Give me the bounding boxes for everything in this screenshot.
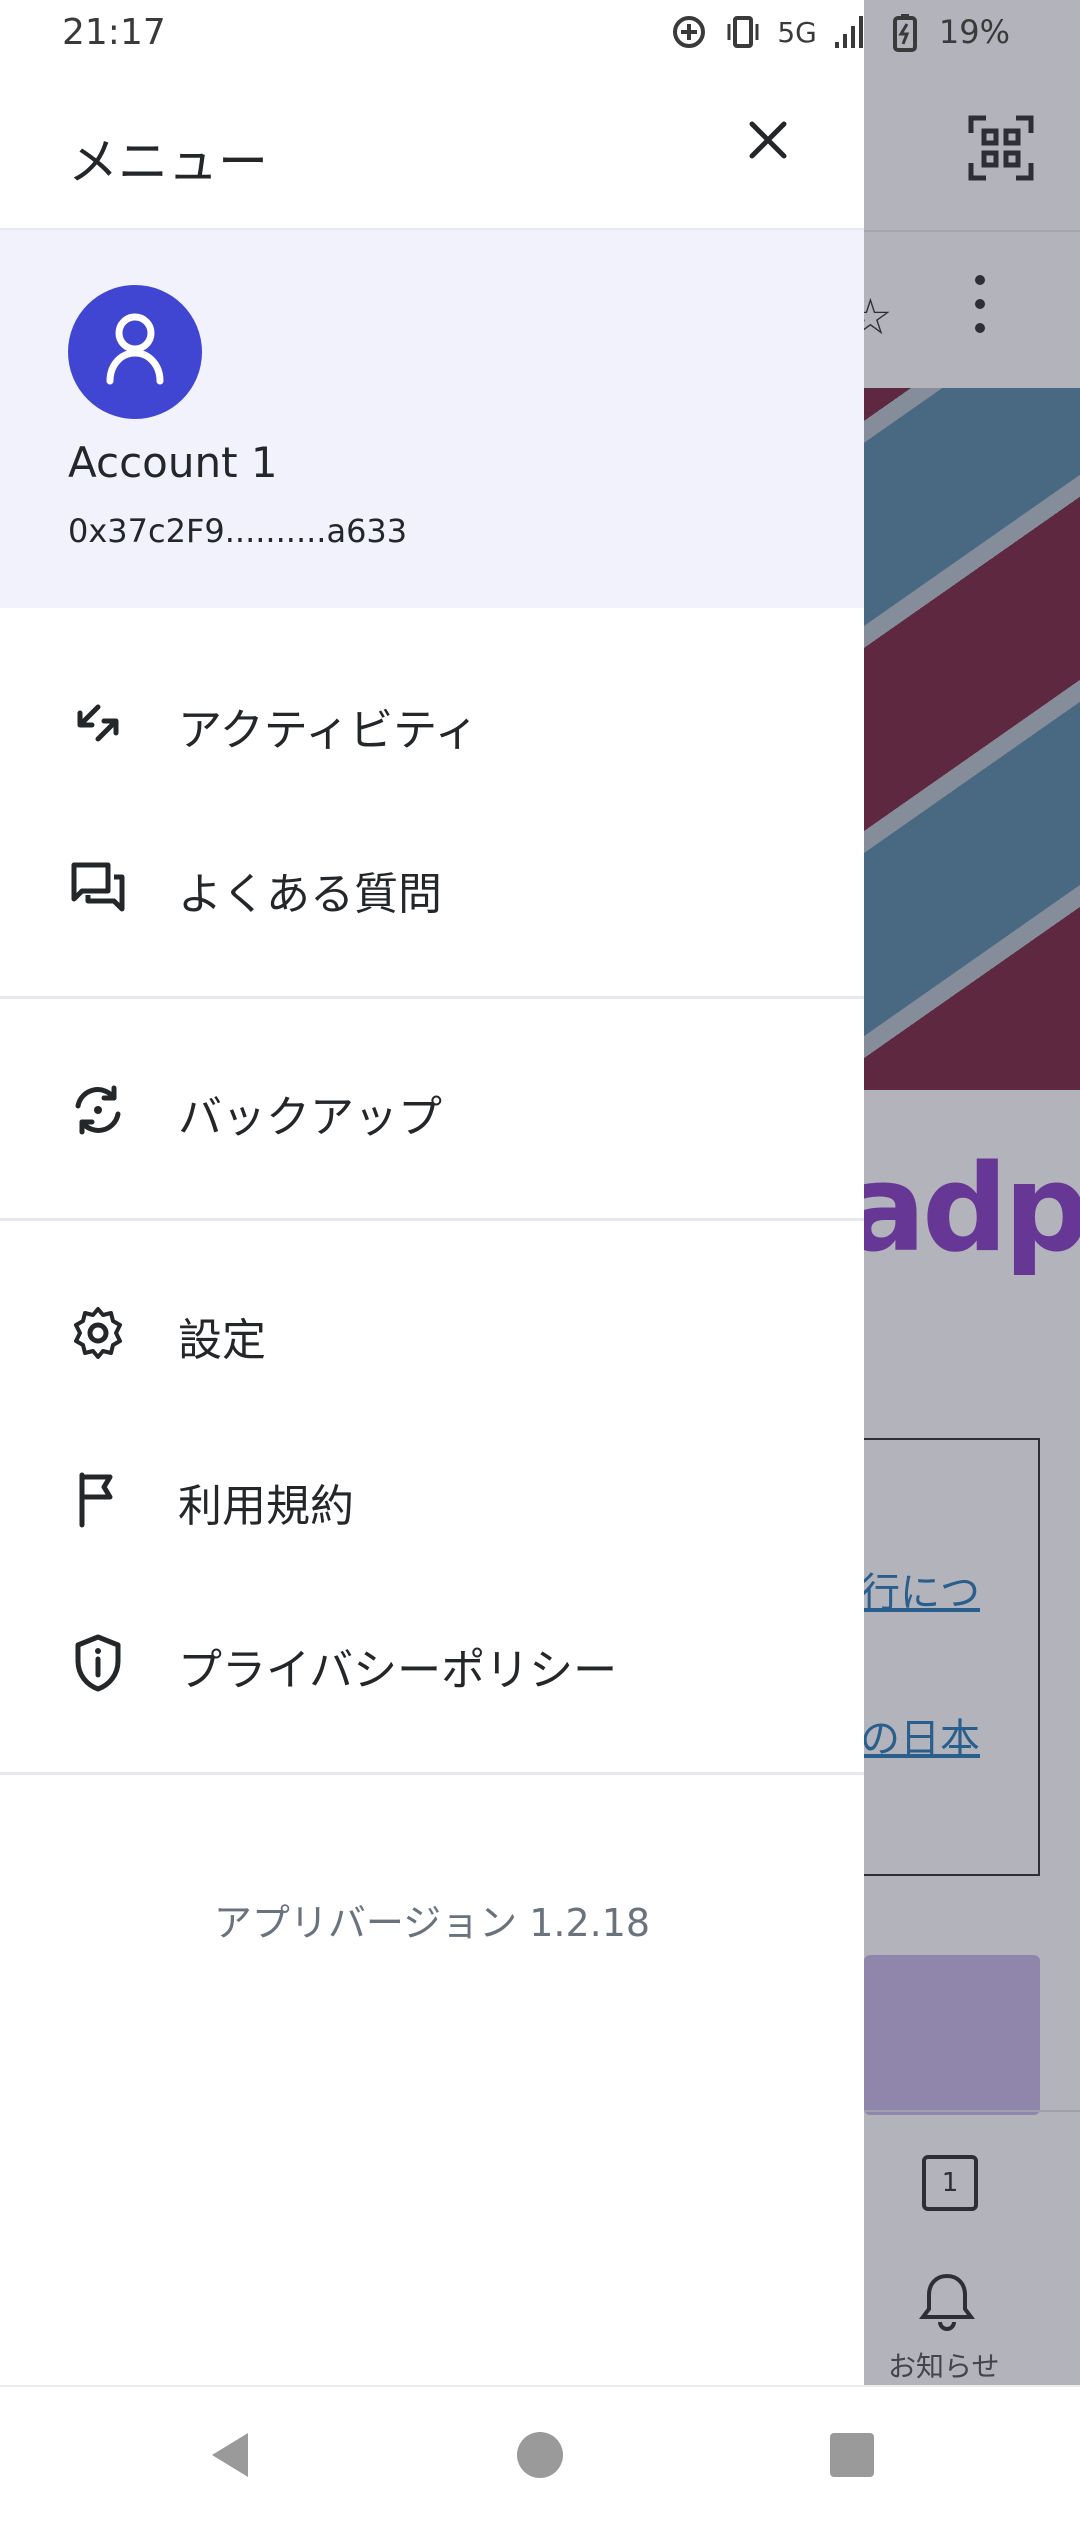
menu-item-label: バックアップ bbox=[178, 1092, 442, 1143]
menu-item-backup[interactable]: バックアップ bbox=[0, 1035, 864, 1185]
status-time: 21:17 bbox=[62, 12, 166, 53]
backup-sync-icon bbox=[75, 1085, 121, 1135]
menu-item-faq[interactable]: よくある質問 bbox=[0, 812, 864, 962]
navigation-drawer: メニュー Account 1 0x37c2F9..........a633 アク… bbox=[0, 0, 864, 2385]
menu-item-privacy[interactable]: プライバシーポリシー bbox=[0, 1588, 864, 1738]
status-bar: 21:17 5G 19% bbox=[0, 0, 1080, 70]
avatar bbox=[68, 285, 202, 419]
menu-item-settings[interactable]: 設定 bbox=[0, 1258, 864, 1408]
activity-arrows-icon bbox=[77, 704, 119, 742]
divider bbox=[0, 996, 864, 999]
shield-info-icon bbox=[75, 1634, 121, 1692]
drawer-header: メニュー bbox=[0, 70, 864, 230]
menu-item-terms[interactable]: 利用規約 bbox=[0, 1424, 864, 1574]
battery-charging-icon bbox=[892, 14, 917, 52]
menu-item-label: よくある質問 bbox=[178, 869, 442, 920]
gear-icon bbox=[74, 1307, 122, 1359]
divider bbox=[0, 1772, 864, 1775]
chat-bubbles-icon bbox=[71, 862, 125, 912]
recents-icon[interactable] bbox=[826, 2429, 878, 2481]
divider bbox=[0, 1218, 864, 1221]
menu-item-label: 利用規約 bbox=[178, 1481, 354, 1532]
account-name: Account 1 bbox=[68, 438, 278, 487]
account-address: 0x37c2F9..........a633 bbox=[68, 512, 408, 550]
menu-item-label: アクティビティ bbox=[178, 705, 479, 756]
menu-item-label: プライバシーポリシー bbox=[178, 1645, 618, 1696]
home-icon[interactable] bbox=[514, 2429, 566, 2481]
app-version: アプリバージョン 1.2.18 bbox=[213, 1901, 651, 1945]
battery-level: 19% bbox=[938, 13, 1010, 51]
data-saver-icon bbox=[673, 16, 706, 48]
person-icon bbox=[106, 313, 164, 385]
network-type: 5G bbox=[777, 15, 817, 49]
menu-item-label: 設定 bbox=[178, 1315, 266, 1366]
menu-item-activity[interactable]: アクティビティ bbox=[0, 648, 864, 798]
system-nav-bar bbox=[0, 2385, 1080, 2522]
vibrate-icon bbox=[727, 16, 759, 48]
back-icon[interactable] bbox=[204, 2429, 256, 2481]
signal-icon bbox=[834, 16, 863, 48]
flag-icon bbox=[79, 1472, 113, 1528]
account-card[interactable]: Account 1 0x37c2F9..........a633 bbox=[0, 230, 864, 608]
close-icon[interactable] bbox=[740, 112, 796, 168]
drawer-title: メニュー bbox=[68, 133, 268, 191]
